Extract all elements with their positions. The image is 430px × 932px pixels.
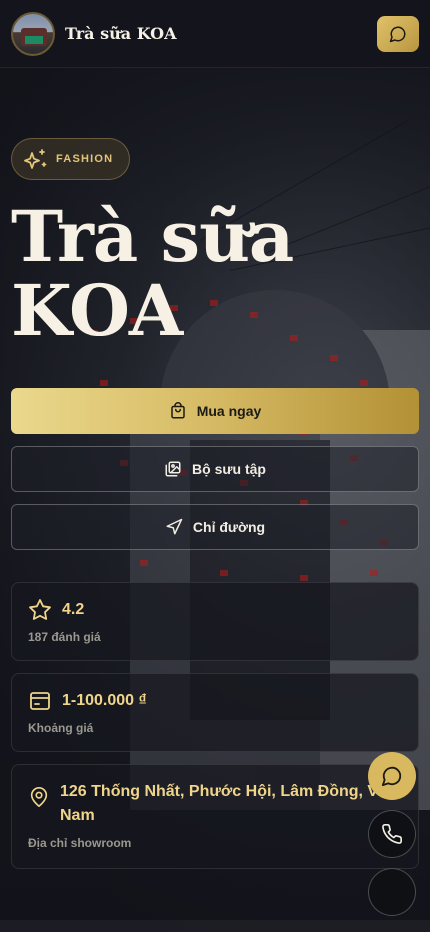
gallery-label: Bộ sưu tập	[192, 461, 266, 477]
rating-card: 4.2 187 đánh giá	[11, 582, 419, 661]
directions-label: Chỉ đường	[192, 519, 266, 535]
wallet-icon	[30, 692, 50, 710]
map-pin-icon	[30, 787, 48, 807]
bottom-bar	[0, 920, 430, 932]
decor-flag	[220, 570, 228, 576]
price-value: 1-100.000 ₫	[62, 692, 147, 709]
rating-caption: 187 đánh giá	[28, 630, 101, 644]
brand-avatar[interactable]	[11, 11, 55, 56]
brand-name: Trà sữa KOA	[65, 24, 177, 43]
directions-button[interactable]: Chỉ đường	[11, 504, 419, 550]
avatar-sign	[25, 35, 43, 44]
page-title: Trà sữa KOA	[11, 200, 411, 348]
address-value: 126 Thống Nhất, Phước Hội, Lâm Đồng, Việ…	[60, 783, 397, 824]
decor-flag	[360, 380, 368, 386]
gallery-icon	[165, 461, 181, 477]
floating-extra-button[interactable]	[368, 868, 416, 916]
chat-button[interactable]	[377, 15, 419, 52]
shopping-bag-icon	[170, 402, 185, 419]
decor-flag	[300, 575, 308, 581]
sparkles-icon	[24, 149, 47, 169]
category-badge: FASHION	[11, 138, 130, 180]
title-line-2: KOA	[11, 269, 183, 352]
address-caption: Địa chỉ showroom	[28, 836, 132, 850]
star-icon	[29, 599, 51, 620]
gallery-button[interactable]: Bộ sưu tập	[11, 446, 419, 492]
decor-flag	[140, 560, 148, 566]
buy-now-button[interactable]: Mua ngay	[11, 388, 419, 434]
phone-icon	[382, 824, 402, 844]
title-line-1: Trà sữa	[11, 195, 294, 278]
price-card: 1-100.000 ₫ Khoảng giá	[11, 673, 419, 752]
category-label: FASHION	[56, 153, 114, 165]
chat-icon	[381, 766, 402, 787]
decor-flag	[330, 355, 338, 361]
navigation-icon	[166, 518, 183, 535]
address-card[interactable]: 126 Thống Nhất, Phước Hội, Lâm Đồng, Việ…	[11, 764, 419, 869]
buy-now-label: Mua ngay	[196, 403, 262, 419]
floating-chat-button[interactable]	[368, 752, 416, 800]
decor-flag	[370, 570, 378, 576]
chat-icon	[389, 26, 406, 42]
app-header: Trà sữa KOA	[0, 0, 430, 68]
floating-call-button[interactable]	[368, 810, 416, 858]
rating-value: 4.2	[62, 601, 85, 618]
price-caption: Khoảng giá	[28, 721, 94, 735]
decor-flag	[100, 380, 108, 386]
